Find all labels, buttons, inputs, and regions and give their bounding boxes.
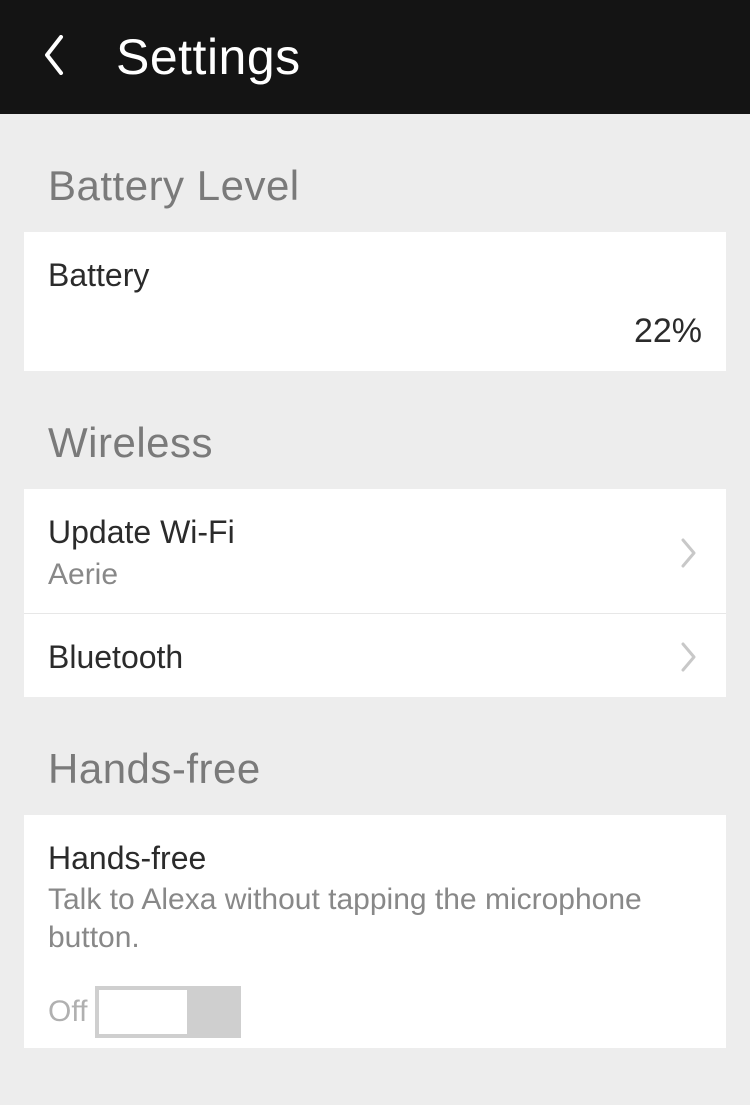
section-heading-battery: Battery Level	[0, 114, 750, 232]
section-heading-wireless: Wireless	[0, 371, 750, 489]
battery-card: Battery 22%	[24, 232, 726, 371]
handsfree-desc: Talk to Alexa without tapping the microp…	[48, 881, 702, 956]
wireless-card: Update Wi-Fi Aerie Bluetooth	[24, 489, 726, 696]
handsfree-row: Hands-free Talk to Alexa without tapping…	[24, 815, 726, 1048]
chevron-left-icon	[43, 35, 65, 80]
battery-row: Battery 22%	[24, 232, 726, 371]
handsfree-toggle-label: Off	[48, 995, 87, 1029]
wifi-label: Update Wi-Fi	[48, 513, 664, 551]
battery-label: Battery	[48, 256, 702, 294]
section-heading-handsfree: Hands-free	[0, 697, 750, 815]
chevron-right-icon	[680, 642, 698, 672]
back-button[interactable]	[32, 35, 76, 79]
handsfree-toggle-row: Off	[48, 986, 702, 1038]
bluetooth-label: Bluetooth	[48, 638, 664, 676]
page-title: Settings	[116, 28, 301, 86]
app-header: Settings	[0, 0, 750, 114]
bluetooth-row[interactable]: Bluetooth	[24, 613, 726, 696]
battery-value: 22%	[48, 312, 702, 351]
wifi-row[interactable]: Update Wi-Fi Aerie	[24, 489, 726, 613]
toggle-knob	[99, 990, 187, 1034]
handsfree-card: Hands-free Talk to Alexa without tapping…	[24, 815, 726, 1048]
chevron-right-icon	[680, 538, 698, 568]
wifi-text: Update Wi-Fi Aerie	[48, 513, 664, 593]
wifi-value: Aerie	[48, 556, 664, 594]
handsfree-title: Hands-free	[48, 839, 702, 877]
handsfree-toggle[interactable]	[95, 986, 241, 1038]
bluetooth-text: Bluetooth	[48, 638, 664, 676]
